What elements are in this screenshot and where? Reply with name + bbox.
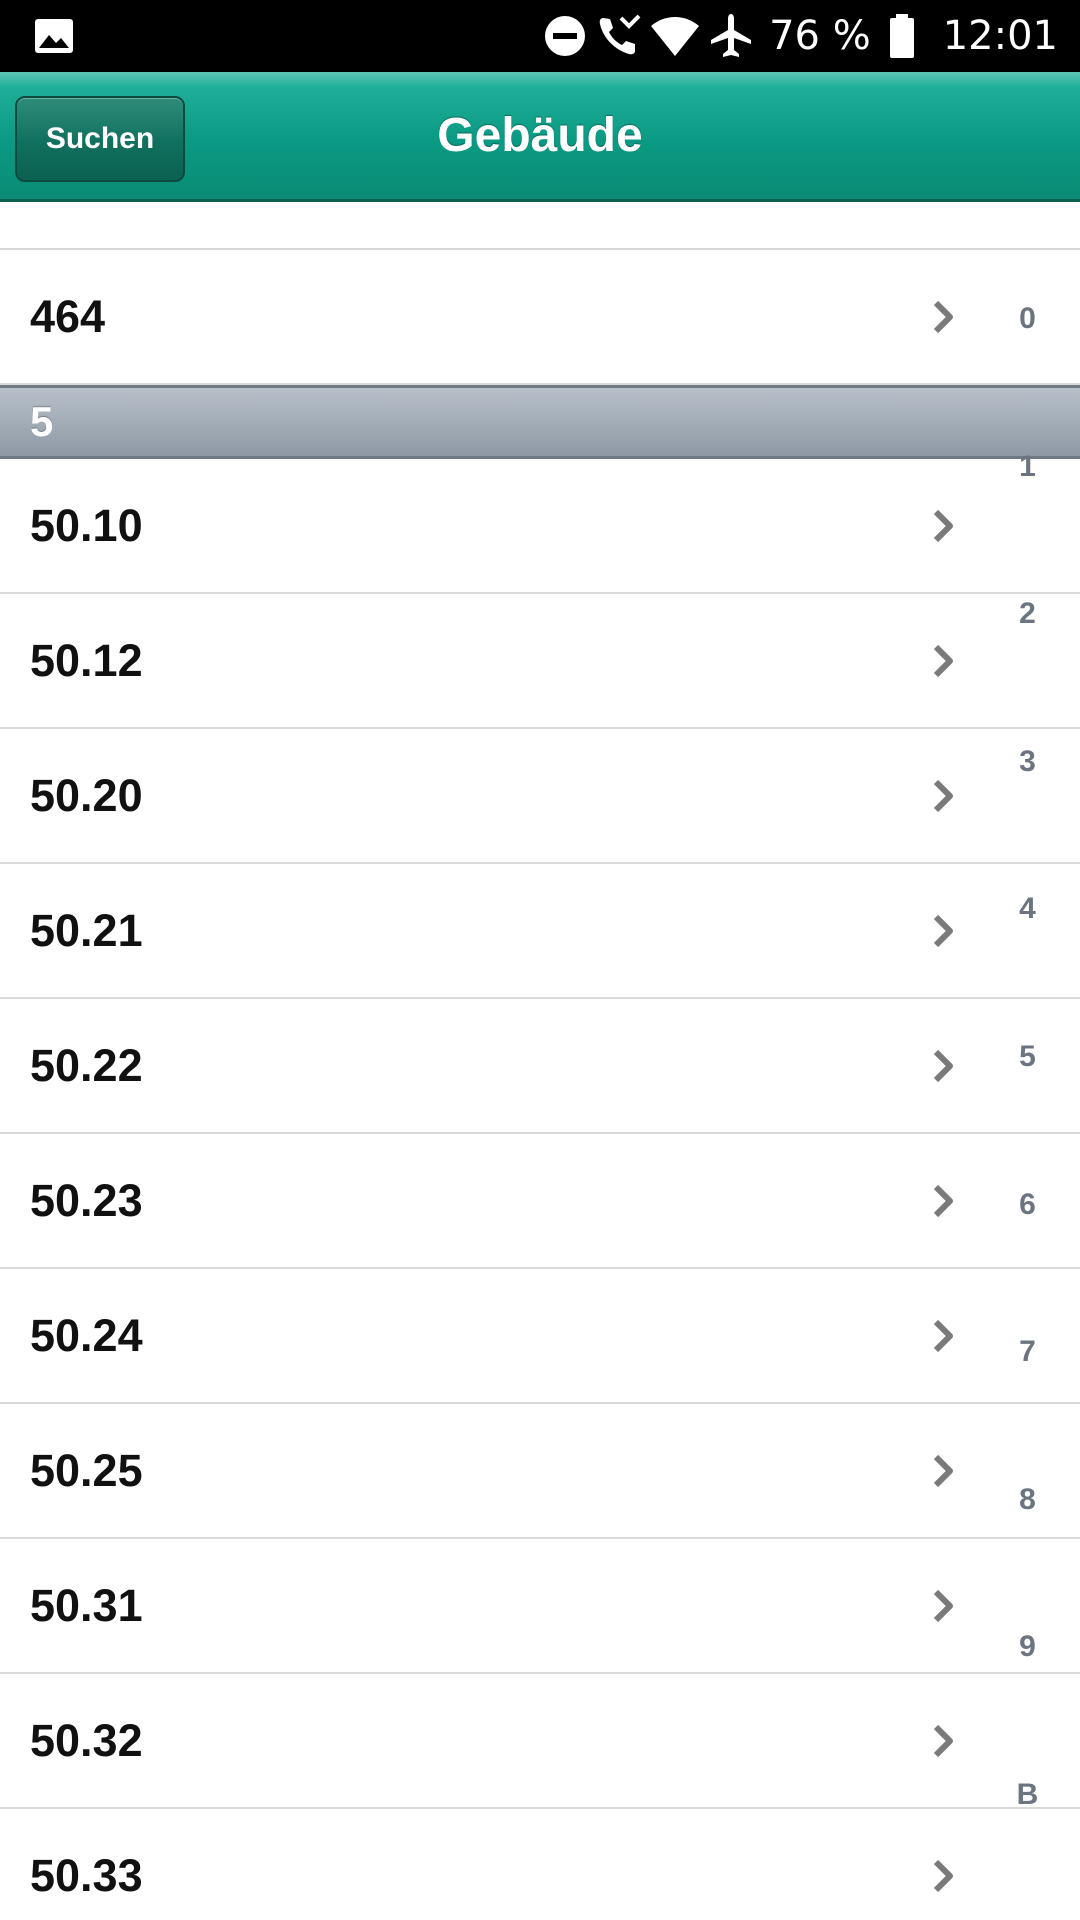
list-item-label: 50.23 [30,1174,143,1226]
list-item-label: 50.20 [30,769,143,821]
list-item[interactable]: 50.20 [0,729,1080,864]
battery-icon [889,14,914,58]
section-index-bar[interactable]: 0 1 2 3 4 5 6 7 8 9 B [990,202,1065,1920]
list-item-label: 50.22 [30,1039,143,1091]
list-item-label: 50.31 [30,1579,143,1631]
index-item[interactable]: 6 [990,1188,1065,1222]
chevron-right-icon [933,300,953,333]
airplane-mode-icon [711,14,752,57]
chevron-right-icon [933,1454,953,1487]
list-item-label: 50.24 [30,1309,143,1361]
section-header-label: 5 [30,398,54,445]
index-item[interactable]: 4 [990,892,1065,926]
do-not-disturb-icon [545,16,586,56]
chevron-right-icon [933,914,953,947]
status-bar: 76 % 12:01 [0,0,1080,72]
list-item[interactable]: 50.25 [0,1404,1080,1539]
index-item[interactable]: B [990,1778,1065,1812]
battery-percent: 76 % [769,13,871,59]
index-item[interactable]: 5 [990,1040,1065,1074]
gallery-icon [35,19,73,53]
list-item-label: 50.21 [30,904,143,956]
index-item[interactable]: 7 [990,1335,1065,1369]
list-item-label: 50.33 [30,1849,143,1901]
wifi-icon [651,17,700,56]
building-list[interactable]: 464 5 50.10 50.12 50.20 50.21 50.22 50.2… [0,202,1080,1920]
list-item-partial[interactable] [0,202,1080,250]
chevron-right-icon [933,644,953,677]
index-item[interactable]: 9 [990,1630,1065,1664]
chevron-right-icon [933,779,953,812]
list-item-label: 50.10 [30,499,143,551]
chevron-right-icon [933,1589,953,1622]
list-item[interactable]: 50.21 [0,864,1080,999]
chevron-right-icon [933,509,953,542]
list-item[interactable]: 50.33 [0,1809,1080,1920]
chevron-right-icon [933,1184,953,1217]
list-item[interactable]: 50.12 [0,594,1080,729]
status-icons: 76 % 12:01 [535,0,1058,72]
chevron-right-icon [933,1859,953,1892]
index-item[interactable]: 0 [990,302,1065,336]
list-item[interactable]: 50.31 [0,1539,1080,1674]
search-button[interactable]: Suchen [15,96,185,182]
list-item-label: 50.12 [30,634,143,686]
clock: 12:01 [942,13,1058,59]
index-item[interactable]: 8 [990,1483,1065,1517]
list-item-label: 464 [30,290,106,342]
index-item[interactable]: 3 [990,745,1065,779]
list-item-label: 50.25 [30,1444,143,1496]
list-item[interactable]: 50.24 [0,1269,1080,1404]
list-item[interactable]: 50.23 [0,1134,1080,1269]
list-item[interactable]: 464 [0,250,1080,385]
index-item[interactable]: 1 [990,450,1065,484]
wifi-calling-icon [599,14,641,55]
list-item[interactable]: 50.10 [0,459,1080,594]
chevron-right-icon [933,1319,953,1352]
list-item[interactable]: 50.32 [0,1674,1080,1809]
list-item[interactable]: 50.22 [0,999,1080,1134]
chevron-right-icon [933,1724,953,1757]
chevron-right-icon [933,1049,953,1082]
index-item[interactable]: 2 [990,597,1065,631]
section-header: 5 [0,385,1080,459]
list-item-label: 50.32 [30,1714,143,1766]
navigation-bar: Gebäude Suchen [0,72,1080,202]
